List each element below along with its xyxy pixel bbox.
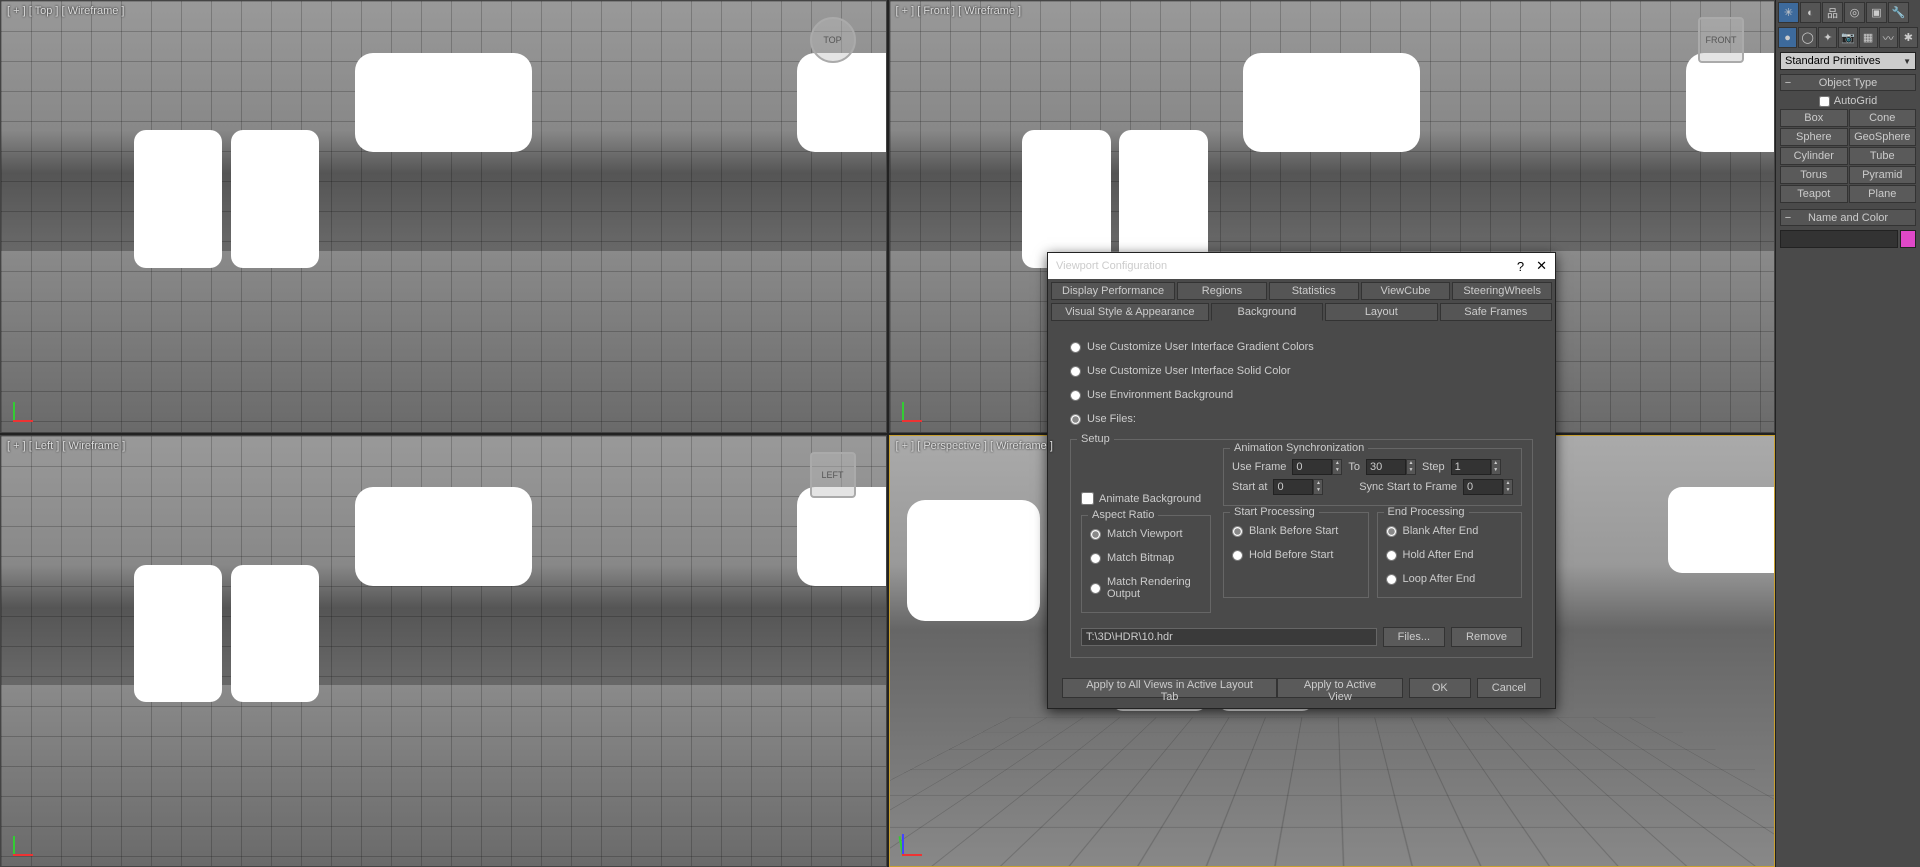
name-color-rollout[interactable]: Name and Color — [1780, 209, 1916, 226]
file-path-input[interactable] — [1081, 628, 1377, 646]
spinner-arrows[interactable] — [1491, 459, 1501, 475]
viewcube-front[interactable]: FRONT — [1698, 17, 1744, 63]
utilities-tab-icon[interactable]: 🔧 — [1888, 2, 1909, 23]
display-tab-icon[interactable]: ▣ — [1866, 2, 1887, 23]
sphere-button[interactable]: Sphere — [1780, 128, 1848, 146]
axis-gizmo — [902, 826, 932, 856]
spinner-arrows[interactable] — [1406, 459, 1416, 475]
files-button[interactable]: Files... — [1383, 627, 1445, 647]
teapot-button[interactable]: Teapot — [1780, 185, 1848, 203]
setup-group: Setup Animate Background Aspect Ratio Ma… — [1070, 439, 1533, 658]
torus-button[interactable]: Torus — [1780, 166, 1848, 184]
tab-visual-style[interactable]: Visual Style & Appearance — [1051, 303, 1209, 321]
systems-icon[interactable]: ✱ — [1899, 27, 1918, 48]
radio-match-bitmap[interactable] — [1090, 553, 1101, 564]
start-at-spinner[interactable] — [1273, 479, 1313, 495]
lights-icon[interactable]: ✦ — [1818, 27, 1837, 48]
object-name-input[interactable] — [1780, 230, 1898, 248]
ok-button[interactable]: OK — [1409, 678, 1471, 698]
tab-statistics[interactable]: Statistics — [1269, 282, 1359, 300]
pyramid-button[interactable]: Pyramid — [1849, 166, 1917, 184]
cameras-icon[interactable]: 📷 — [1838, 27, 1857, 48]
spinner-arrows[interactable] — [1503, 479, 1513, 495]
autogrid-checkbox[interactable] — [1819, 96, 1830, 107]
radio-use-files[interactable] — [1070, 414, 1081, 425]
radio-solid[interactable] — [1070, 366, 1081, 377]
viewport-configuration-dialog: Viewport Configuration ? ✕ Display Perfo… — [1047, 252, 1556, 709]
category-dropdown[interactable]: Standard Primitives — [1780, 52, 1916, 70]
radio-gradient[interactable] — [1070, 342, 1081, 353]
viewport-left-label[interactable]: [ + ] [ Left ] [ Wireframe ] — [7, 440, 125, 452]
dialog-title: Viewport Configuration — [1056, 260, 1167, 272]
axis-gizmo — [902, 392, 932, 422]
create-subtabs: ● ◯ ✦ 📷 ▦ 〰 ✱ — [1776, 25, 1920, 50]
panel-tabs: ✳ ◐ 品 ◎ ▣ 🔧 — [1776, 0, 1920, 25]
tab-viewcube[interactable]: ViewCube — [1361, 282, 1451, 300]
radio-match-viewport[interactable] — [1090, 529, 1101, 540]
cone-button[interactable]: Cone — [1849, 109, 1917, 127]
apply-active-view-button[interactable]: Apply to Active View — [1277, 678, 1403, 698]
tab-layout[interactable]: Layout — [1325, 303, 1437, 321]
tab-steeringwheels[interactable]: SteeringWheels — [1452, 282, 1552, 300]
dialog-titlebar[interactable]: Viewport Configuration ? ✕ — [1048, 253, 1555, 279]
tab-background[interactable]: Background — [1211, 303, 1323, 321]
cylinder-button[interactable]: Cylinder — [1780, 147, 1848, 165]
create-tab-icon[interactable]: ✳ — [1778, 2, 1799, 23]
hierarchy-tab-icon[interactable]: 品 — [1822, 2, 1843, 23]
radio-loop-after[interactable] — [1386, 574, 1397, 585]
radio-blank-before[interactable] — [1232, 526, 1243, 537]
tab-display-performance[interactable]: Display Performance — [1051, 282, 1175, 300]
radio-hold-before[interactable] — [1232, 550, 1243, 561]
spinner-arrows[interactable] — [1332, 459, 1342, 475]
viewport-top[interactable]: [ + ] [ Top ] [ Wireframe ] TOP — [0, 0, 887, 433]
plane-button[interactable]: Plane — [1849, 185, 1917, 203]
autogrid-label: AutoGrid — [1834, 95, 1877, 107]
tab-regions[interactable]: Regions — [1177, 282, 1267, 300]
viewcube-left[interactable]: LEFT — [810, 452, 856, 498]
radio-hold-after[interactable] — [1386, 550, 1397, 561]
viewport-top-label[interactable]: [ + ] [ Top ] [ Wireframe ] — [7, 5, 124, 17]
help-icon[interactable]: ? — [1517, 259, 1524, 274]
box-button[interactable]: Box — [1780, 109, 1848, 127]
object-type-rollout[interactable]: Object Type — [1780, 74, 1916, 91]
geometry-icon[interactable]: ● — [1778, 27, 1797, 48]
radio-environment[interactable] — [1070, 390, 1081, 401]
tab-safe-frames[interactable]: Safe Frames — [1440, 303, 1552, 321]
animate-background-checkbox[interactable] — [1081, 492, 1094, 505]
tube-button[interactable]: Tube — [1849, 147, 1917, 165]
sync-start-spinner[interactable] — [1463, 479, 1503, 495]
axis-gizmo — [13, 392, 43, 422]
radio-match-rendering[interactable] — [1090, 583, 1101, 594]
modify-tab-icon[interactable]: ◐ — [1800, 2, 1821, 23]
cancel-button[interactable]: Cancel — [1477, 678, 1541, 698]
helpers-icon[interactable]: ▦ — [1859, 27, 1878, 48]
geosphere-button[interactable]: GeoSphere — [1849, 128, 1917, 146]
spinner-arrows[interactable] — [1313, 479, 1323, 495]
viewport-left[interactable]: [ + ] [ Left ] [ Wireframe ] LEFT — [0, 435, 887, 867]
step-spinner[interactable] — [1451, 459, 1491, 475]
viewport-perspective-label[interactable]: [ + ] [ Perspective ] [ Wireframe ] — [896, 440, 1053, 452]
shapes-icon[interactable]: ◯ — [1798, 27, 1817, 48]
close-icon[interactable]: ✕ — [1536, 258, 1547, 274]
remove-button[interactable]: Remove — [1451, 627, 1522, 647]
spacewarps-icon[interactable]: 〰 — [1879, 27, 1898, 48]
to-spinner[interactable] — [1366, 459, 1406, 475]
motion-tab-icon[interactable]: ◎ — [1844, 2, 1865, 23]
apply-all-views-button[interactable]: Apply to All Views in Active Layout Tab — [1062, 678, 1277, 698]
use-frame-spinner[interactable] — [1292, 459, 1332, 475]
viewcube-top[interactable]: TOP — [810, 17, 856, 63]
radio-blank-after[interactable] — [1386, 526, 1397, 537]
object-color-swatch[interactable] — [1900, 230, 1916, 248]
axis-gizmo — [13, 826, 43, 856]
viewport-front-label[interactable]: [ + ] [ Front ] [ Wireframe ] — [896, 5, 1022, 17]
command-panel: ✳ ◐ 品 ◎ ▣ 🔧 ● ◯ ✦ 📷 ▦ 〰 ✱ Standard Primi… — [1775, 0, 1920, 867]
